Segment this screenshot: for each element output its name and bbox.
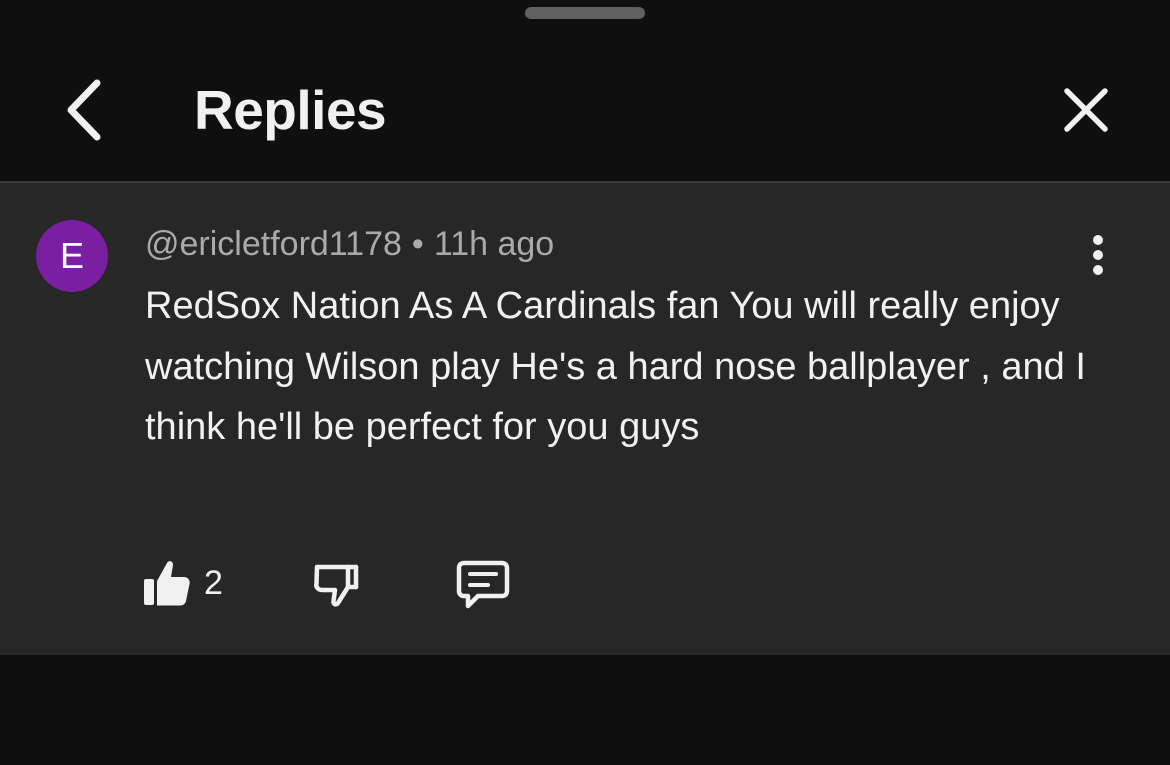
dislike-button[interactable]	[308, 557, 368, 613]
back-button[interactable]	[55, 72, 111, 148]
like-button[interactable]: 2	[140, 553, 250, 613]
drag-handle[interactable]	[525, 7, 645, 19]
more-vertical-icon	[1093, 235, 1103, 275]
comment-item: E @ericletford1178 • 11h ago RedSox Nation…	[0, 183, 1170, 655]
chevron-left-icon	[67, 79, 101, 141]
thumbs-up-icon	[144, 561, 190, 606]
comment-author[interactable]: @ericletford1178	[145, 225, 402, 263]
like-count: 2	[204, 564, 223, 602]
close-button[interactable]	[1056, 80, 1116, 140]
comment-text: RedSox Nation As A Cardinals fan You wil…	[145, 285, 1086, 448]
page-title: Replies	[194, 79, 387, 141]
avatar[interactable]: E	[36, 220, 108, 292]
reply-button[interactable]	[454, 557, 516, 613]
comment-icon	[456, 560, 510, 609]
thumbs-down-icon	[314, 564, 359, 607]
comment-time: 11h ago	[433, 225, 555, 263]
more-options-button[interactable]	[1074, 231, 1122, 279]
close-icon	[1064, 88, 1108, 132]
replies-header: Replies	[0, 0, 1170, 182]
bottom-area	[0, 655, 1170, 765]
meta-separator: •	[411, 225, 424, 263]
comment-meta: @ericletford1178 • 11h ago	[145, 223, 554, 265]
